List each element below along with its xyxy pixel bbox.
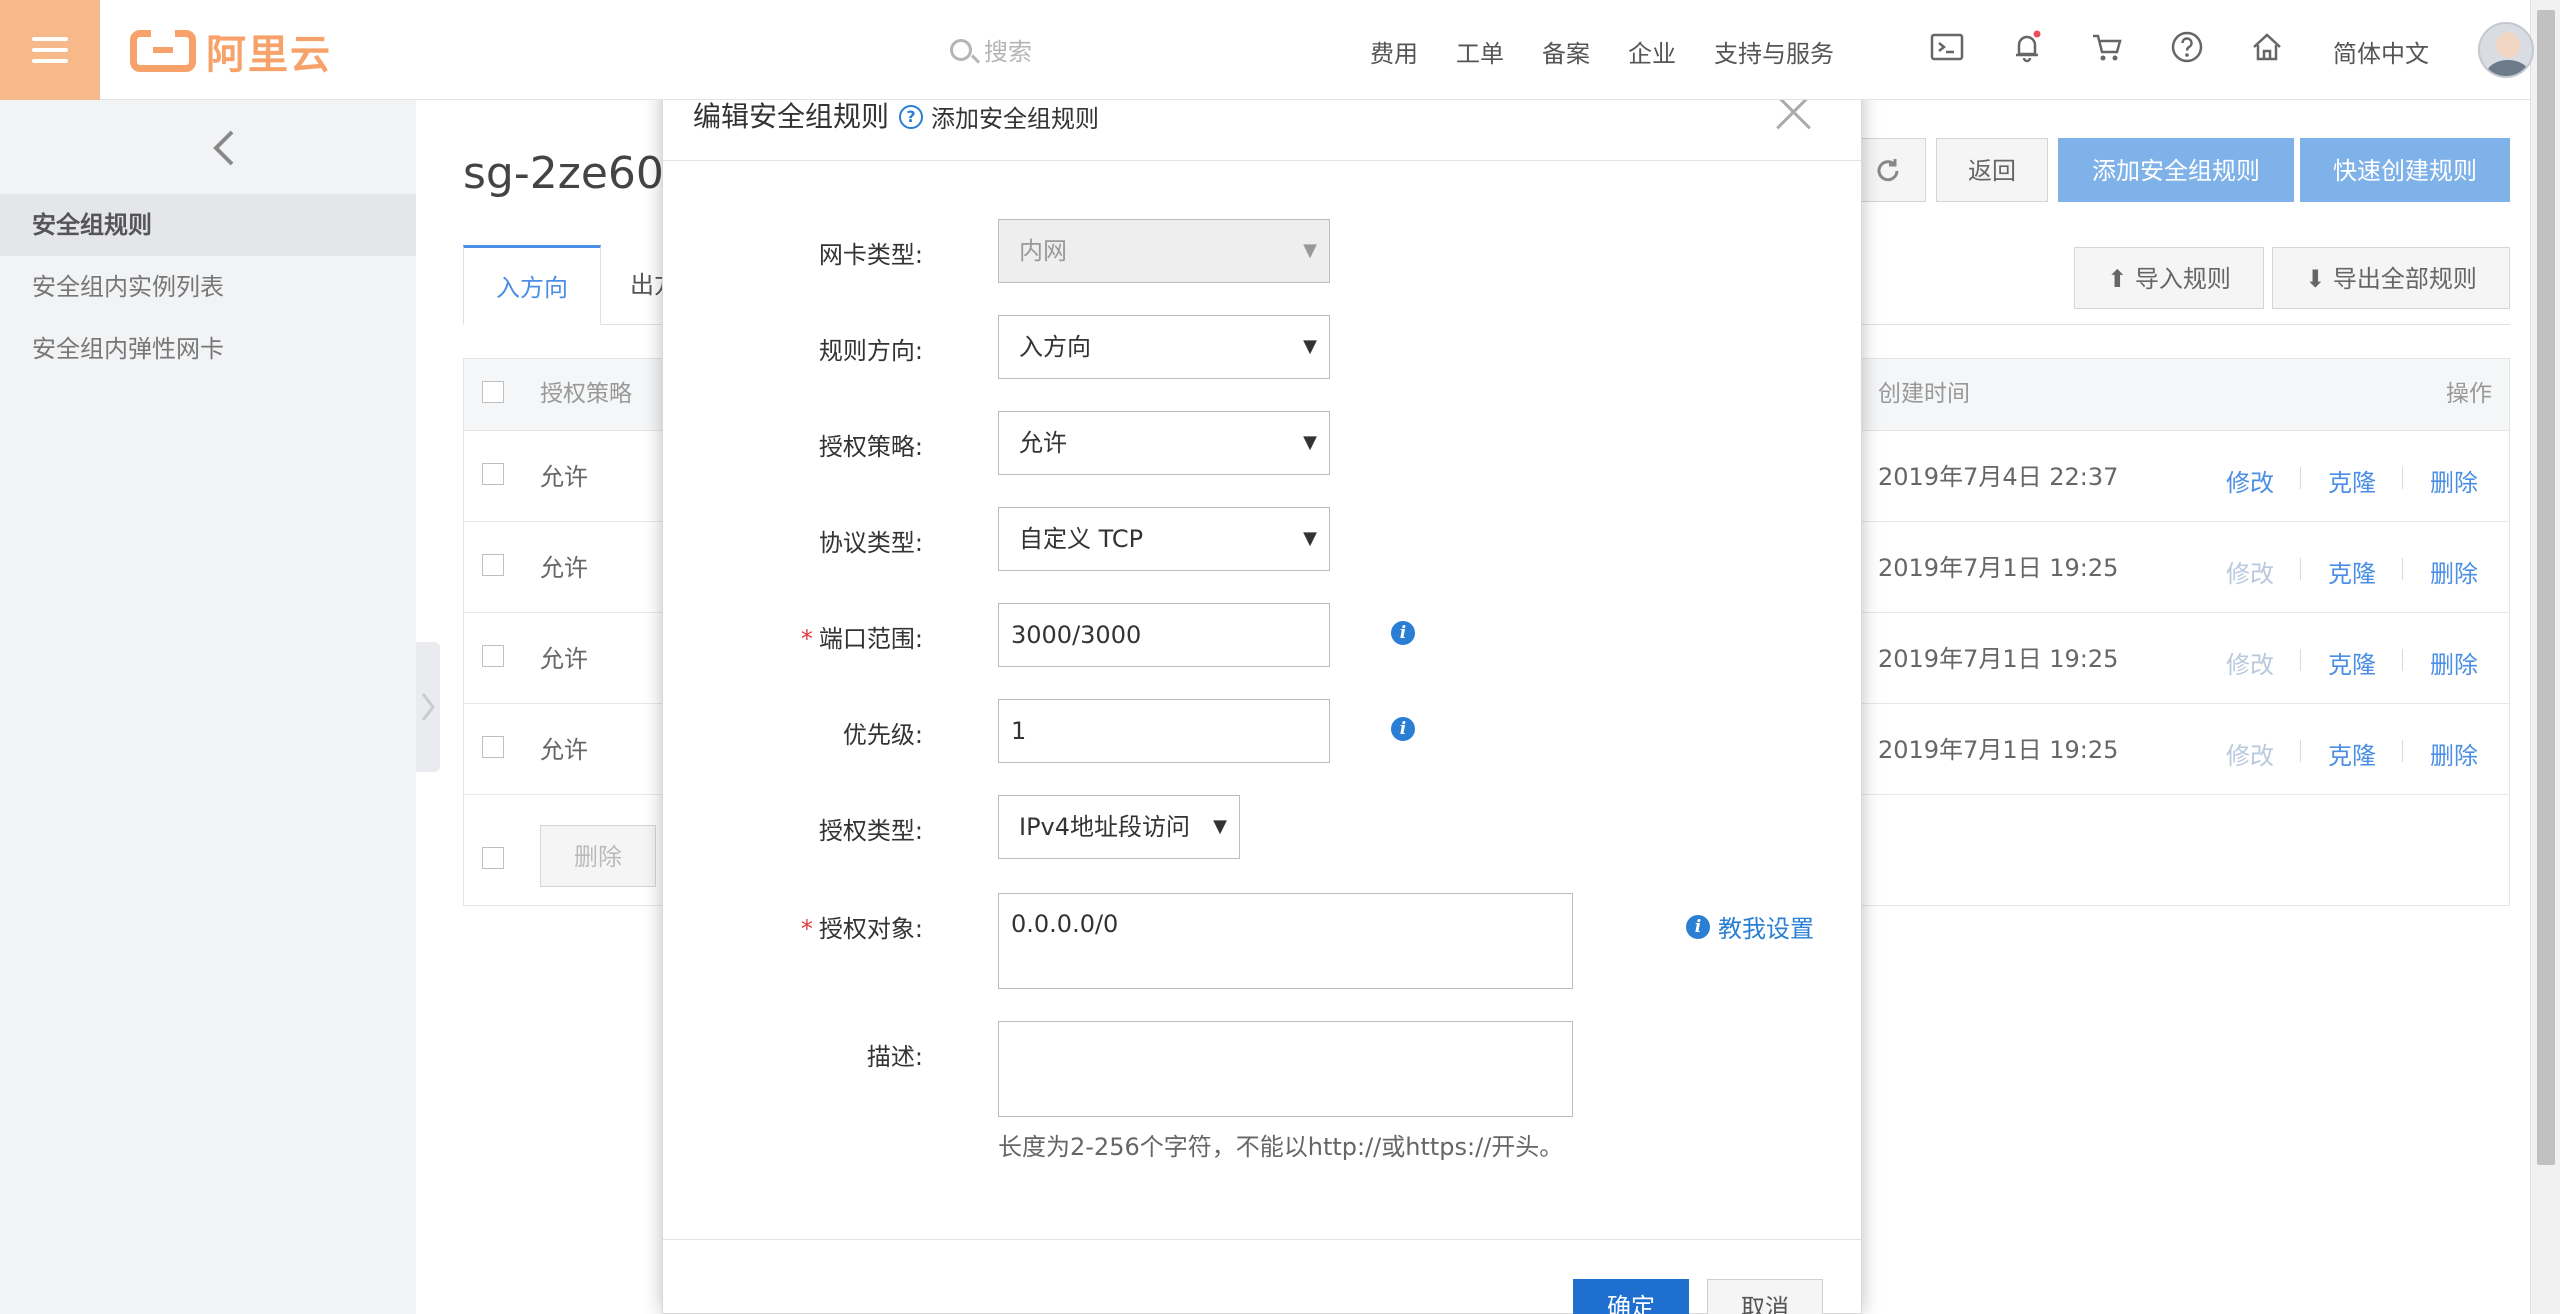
scrollbar-thumb[interactable]	[2537, 10, 2555, 1165]
description-hint: 长度为2-256个字符，不能以http://或https://开头。	[998, 1133, 1564, 1161]
question-circle-icon: ?	[899, 104, 923, 129]
direction-value: 入方向	[1019, 333, 1091, 361]
top-nav-links: 费用 工单 备案 企业 支持与服务	[1370, 34, 1872, 69]
direction-label: 规则方向:	[818, 337, 923, 365]
bell-icon[interactable]	[2010, 30, 2044, 64]
priority-value: 1	[1011, 717, 1027, 745]
logo-text: 阿里云	[206, 32, 332, 78]
auth-type-select[interactable]: IPv4地址段访问 ▼	[998, 795, 1240, 859]
required-mark: *	[800, 915, 813, 943]
port-range-label-text: 端口范围:	[818, 625, 923, 653]
priority-info-icon[interactable]: i	[1391, 717, 1415, 741]
auth-object-value: 0.0.0.0/0	[1011, 910, 1119, 938]
teach-me-label: 教我设置	[1718, 915, 1814, 943]
hamburger-menu-button[interactable]	[0, 0, 100, 100]
hamburger-icon	[32, 37, 68, 63]
protocol-value: 自定义 TCP	[1019, 525, 1144, 553]
nav-link-billing[interactable]: 费用	[1370, 34, 1418, 69]
port-range-input[interactable]: 3000/3000	[998, 603, 1330, 667]
direction-select[interactable]: 入方向 ▼	[998, 315, 1330, 379]
auth-object-label: * 授权对象:	[801, 909, 923, 944]
help-icon[interactable]	[2170, 30, 2204, 64]
port-range-info-icon[interactable]: i	[1391, 621, 1415, 645]
port-range-value: 3000/3000	[1011, 621, 1142, 649]
dialog-footer-divider	[663, 1239, 1861, 1240]
nav-link-tickets[interactable]: 工单	[1456, 34, 1504, 69]
cart-icon[interactable]	[2090, 30, 2124, 64]
auth-type-value: IPv4地址段访问	[1019, 813, 1191, 841]
nic-type-label: 网卡类型:	[818, 241, 923, 269]
caret-down-icon: ▼	[1303, 528, 1317, 549]
nav-link-enterprise[interactable]: 企业	[1628, 34, 1676, 69]
priority-input[interactable]: 1	[998, 699, 1330, 763]
home-icon[interactable]	[2250, 30, 2284, 64]
dialog-title: 编辑安全组规则	[693, 100, 890, 133]
caret-down-icon: ▼	[1303, 432, 1317, 453]
policy-value: 允许	[1019, 429, 1067, 457]
protocol-label: 协议类型:	[818, 529, 923, 557]
cancel-button[interactable]: 取消	[1707, 1279, 1823, 1314]
auth-object-textarea[interactable]: 0.0.0.0/0	[998, 893, 1573, 989]
aliyun-logo[interactable]: 阿里云	[130, 28, 332, 78]
help-link-label: 添加安全组规则	[931, 105, 1099, 133]
nav-link-icp-filing[interactable]: 备案	[1542, 34, 1590, 69]
user-avatar[interactable]	[2478, 22, 2534, 78]
nav-link-support[interactable]: 支持与服务	[1714, 34, 1834, 69]
add-rule-help-link[interactable]: ? 添加安全组规则	[899, 99, 1099, 134]
search-box[interactable]: 搜索	[950, 32, 1032, 67]
terminal-icon[interactable]	[1930, 30, 1964, 64]
nic-type-select: 内网 ▼	[998, 219, 1330, 283]
confirm-button[interactable]: 确定	[1573, 1279, 1689, 1314]
top-navigation-bar: 阿里云 搜索 费用 工单 备案 企业 支持与服务 简体中文	[0, 0, 2534, 100]
search-placeholder: 搜索	[984, 38, 1032, 66]
caret-down-icon: ▼	[1213, 816, 1227, 837]
caret-down-icon: ▼	[1303, 336, 1317, 357]
search-icon	[950, 38, 972, 61]
top-nav-icons	[1930, 30, 2330, 64]
aliyun-logo-mark-icon	[130, 29, 196, 72]
required-mark: *	[800, 625, 813, 653]
priority-label: 优先级:	[842, 721, 923, 749]
edit-rule-dialog: 编辑安全组规则 ? 添加安全组规则 网卡类型: 内网 ▼ 规则方向: 入方向 ▼…	[662, 60, 1862, 1314]
policy-label: 授权策略:	[818, 433, 923, 461]
caret-down-icon: ▼	[1303, 240, 1317, 261]
description-textarea[interactable]	[998, 1021, 1573, 1117]
policy-select[interactable]: 允许 ▼	[998, 411, 1330, 475]
info-icon: i	[1686, 914, 1710, 939]
port-range-label: * 端口范围:	[801, 619, 923, 654]
protocol-select[interactable]: 自定义 TCP ▼	[998, 507, 1330, 571]
auth-object-label-text: 授权对象:	[818, 915, 923, 943]
nic-type-value: 内网	[1019, 237, 1067, 265]
language-selector[interactable]: 简体中文	[2333, 34, 2429, 69]
description-label: 描述:	[866, 1043, 923, 1071]
teach-me-link[interactable]: i 教我设置	[1686, 909, 1814, 944]
page-scrollbar[interactable]	[2530, 0, 2560, 1314]
auth-type-label: 授权类型:	[818, 817, 923, 845]
